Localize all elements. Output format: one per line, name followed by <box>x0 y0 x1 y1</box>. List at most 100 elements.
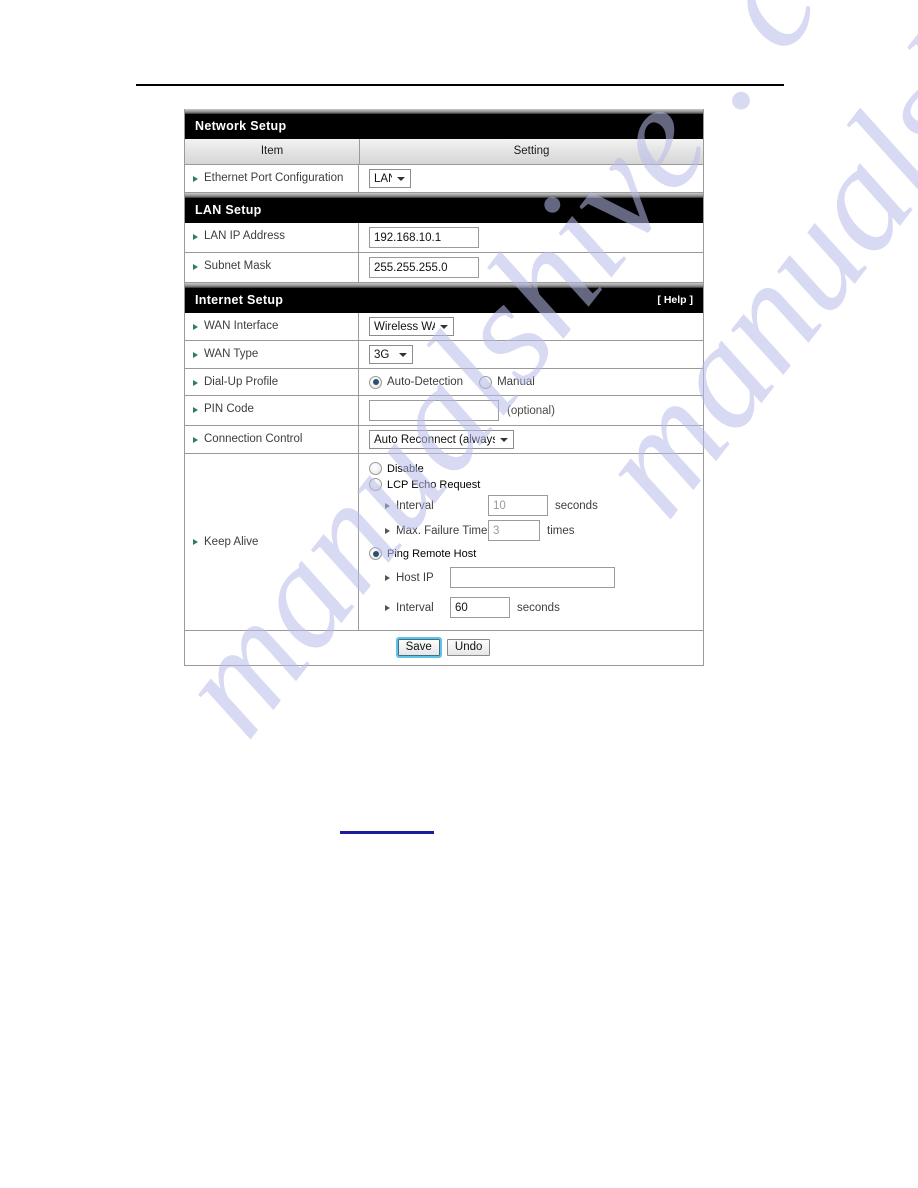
bullet-triangle-icon <box>193 407 198 413</box>
row-keep-alive: Keep Alive Disable LCP Echo Request Inte… <box>185 454 703 631</box>
value-cell-connection-control: Auto Reconnect (always-on) <box>359 426 703 453</box>
unit-ping-interval: seconds <box>517 601 560 614</box>
field-lcp-interval: Interval seconds <box>385 495 703 516</box>
radio-button-manual-icon[interactable] <box>479 375 493 389</box>
unit-lcp-interval: seconds <box>555 499 598 512</box>
input-subnet-mask[interactable] <box>369 257 479 278</box>
row-wan-interface: WAN Interface Wireless WAN <box>185 313 703 341</box>
field-host-ip: Host IP <box>385 567 703 588</box>
radio-button-auto-detection-icon[interactable] <box>369 375 382 389</box>
field-max-failure-time: Max. Failure Time times <box>385 520 703 541</box>
save-button[interactable]: Save <box>395 637 442 658</box>
label-cell-wan-type: WAN Type <box>185 341 359 368</box>
radio-label-ping-remote-host: Ping Remote Host <box>387 547 477 560</box>
select-connection-control[interactable]: Auto Reconnect (always-on) <box>369 430 514 449</box>
label-keep-alive: Keep Alive <box>204 536 259 548</box>
row-ethernet-port-configuration: Ethernet Port Configuration LAN <box>185 165 703 193</box>
radio-label-auto-detection: Auto-Detection <box>387 376 464 388</box>
section-header-lan-setup: LAN Setup <box>185 193 703 223</box>
bullet-triangle-icon <box>385 527 390 534</box>
select-wan-type[interactable]: 3G <box>369 345 413 364</box>
label-host-ip: Host IP <box>396 571 434 584</box>
label-cell-subnet-mask: Subnet Mask <box>185 253 359 282</box>
value-cell-wan-type: 3G <box>359 341 703 368</box>
bullet-triangle-icon <box>193 234 198 240</box>
label-wan-type: WAN Type <box>204 348 259 360</box>
value-cell-lan-ip-address <box>359 223 703 252</box>
dropdown-wrap-wan-interface: Wireless WAN <box>369 317 454 336</box>
unit-max-failure-time: times <box>547 524 575 537</box>
dropdown-wrap-ethernet-port-configuration: LAN <box>369 169 411 188</box>
bullet-triangle-icon <box>385 502 390 509</box>
input-ping-interval[interactable] <box>450 597 510 618</box>
pin-code-control-group: (optional) <box>369 400 555 421</box>
label-ethernet-port-configuration: Ethernet Port Configuration <box>204 172 344 184</box>
dropdown-wrap-connection-control: Auto Reconnect (always-on) <box>369 430 514 449</box>
bullet-triangle-icon <box>193 437 198 443</box>
label-cell-wan-interface: WAN Interface <box>185 313 359 340</box>
radio-option-auto-detection[interactable]: Auto-Detection <box>369 375 464 389</box>
radio-label-disable: Disable <box>387 462 424 475</box>
radio-label-lcp-echo-request: LCP Echo Request <box>387 478 481 491</box>
column-header-setting: Setting <box>513 145 550 157</box>
label-cell-keep-alive: Keep Alive <box>185 454 359 630</box>
row-pin-code: PIN Code (optional) <box>185 396 703 426</box>
section-header-internet-setup: Internet Setup [ Help ] <box>185 283 703 313</box>
value-cell-dial-up-profile: Auto-Detection Manual <box>359 369 703 395</box>
select-ethernet-port-configuration[interactable]: LAN <box>369 169 411 188</box>
row-dial-up-profile: Dial-Up Profile Auto-Detection Manual <box>185 369 703 396</box>
label-cell-connection-control: Connection Control <box>185 426 359 453</box>
radio-button-ping-remote-host-icon[interactable] <box>369 547 382 560</box>
column-header-item: Item <box>185 139 360 164</box>
value-cell-wan-interface: Wireless WAN <box>359 313 703 340</box>
row-lan-ip-address: LAN IP Address <box>185 223 703 253</box>
radio-button-disable-icon[interactable] <box>369 462 382 475</box>
input-lan-ip-address[interactable] <box>369 227 479 248</box>
bullet-triangle-icon <box>193 539 198 545</box>
page-header-rule <box>136 84 784 86</box>
label-subnet-mask: Subnet Mask <box>204 260 272 272</box>
select-wan-interface[interactable]: Wireless WAN <box>369 317 454 336</box>
label-lan-ip-address: LAN IP Address <box>204 230 285 242</box>
input-max-failure-time[interactable] <box>488 520 540 541</box>
bullet-triangle-icon <box>385 604 390 611</box>
label-ping-interval: Interval <box>396 601 434 614</box>
help-link[interactable]: [ Help ] <box>657 292 693 308</box>
label-wan-interface: WAN Interface <box>204 320 279 332</box>
pin-code-optional-note: (optional) <box>507 404 555 417</box>
section-title-internet-setup: Internet Setup <box>195 293 284 307</box>
label-connection-control: Connection Control <box>204 433 303 445</box>
label-cell-pin-code: PIN Code <box>185 396 359 425</box>
row-connection-control: Connection Control Auto Reconnect (alway… <box>185 426 703 454</box>
bullet-triangle-icon <box>385 574 390 581</box>
bottom-link-underline[interactable] <box>340 831 434 834</box>
value-cell-ethernet-port-configuration: LAN <box>359 165 703 192</box>
bullet-triangle-icon <box>193 324 198 330</box>
label-cell-lan-ip-address: LAN IP Address <box>185 223 359 252</box>
bullet-triangle-icon <box>193 380 198 386</box>
section-title-network-setup: Network Setup <box>195 119 287 133</box>
radio-option-lcp-echo-request[interactable]: LCP Echo Request <box>369 478 703 491</box>
bullet-triangle-icon <box>193 176 198 182</box>
network-setup-panel: Network Setup Item Setting Ethernet Port… <box>184 109 704 666</box>
input-pin-code[interactable] <box>369 400 499 421</box>
bullet-triangle-icon <box>193 352 198 358</box>
value-cell-pin-code: (optional) <box>359 396 703 425</box>
undo-button[interactable]: Undo <box>446 639 491 656</box>
field-ping-interval: Interval seconds <box>385 597 703 618</box>
radio-button-lcp-echo-request-icon[interactable] <box>369 478 382 491</box>
value-cell-keep-alive: Disable LCP Echo Request Interval second… <box>359 454 703 630</box>
row-wan-type: WAN Type 3G <box>185 341 703 369</box>
input-host-ip[interactable] <box>450 567 615 588</box>
radio-option-disable[interactable]: Disable <box>369 462 703 475</box>
label-pin-code: PIN Code <box>204 403 254 415</box>
dropdown-wrap-wan-type: 3G <box>369 345 413 364</box>
radio-option-manual[interactable]: Manual <box>479 375 535 389</box>
radio-option-ping-remote-host[interactable]: Ping Remote Host <box>369 547 703 560</box>
bullet-triangle-icon <box>193 264 198 270</box>
label-cell-dial-up-profile: Dial-Up Profile <box>185 369 359 395</box>
label-dial-up-profile: Dial-Up Profile <box>204 376 279 388</box>
column-header-row: Item Setting <box>185 139 703 165</box>
input-lcp-interval[interactable] <box>488 495 548 516</box>
label-cell-ethernet-port-configuration: Ethernet Port Configuration <box>185 165 359 192</box>
